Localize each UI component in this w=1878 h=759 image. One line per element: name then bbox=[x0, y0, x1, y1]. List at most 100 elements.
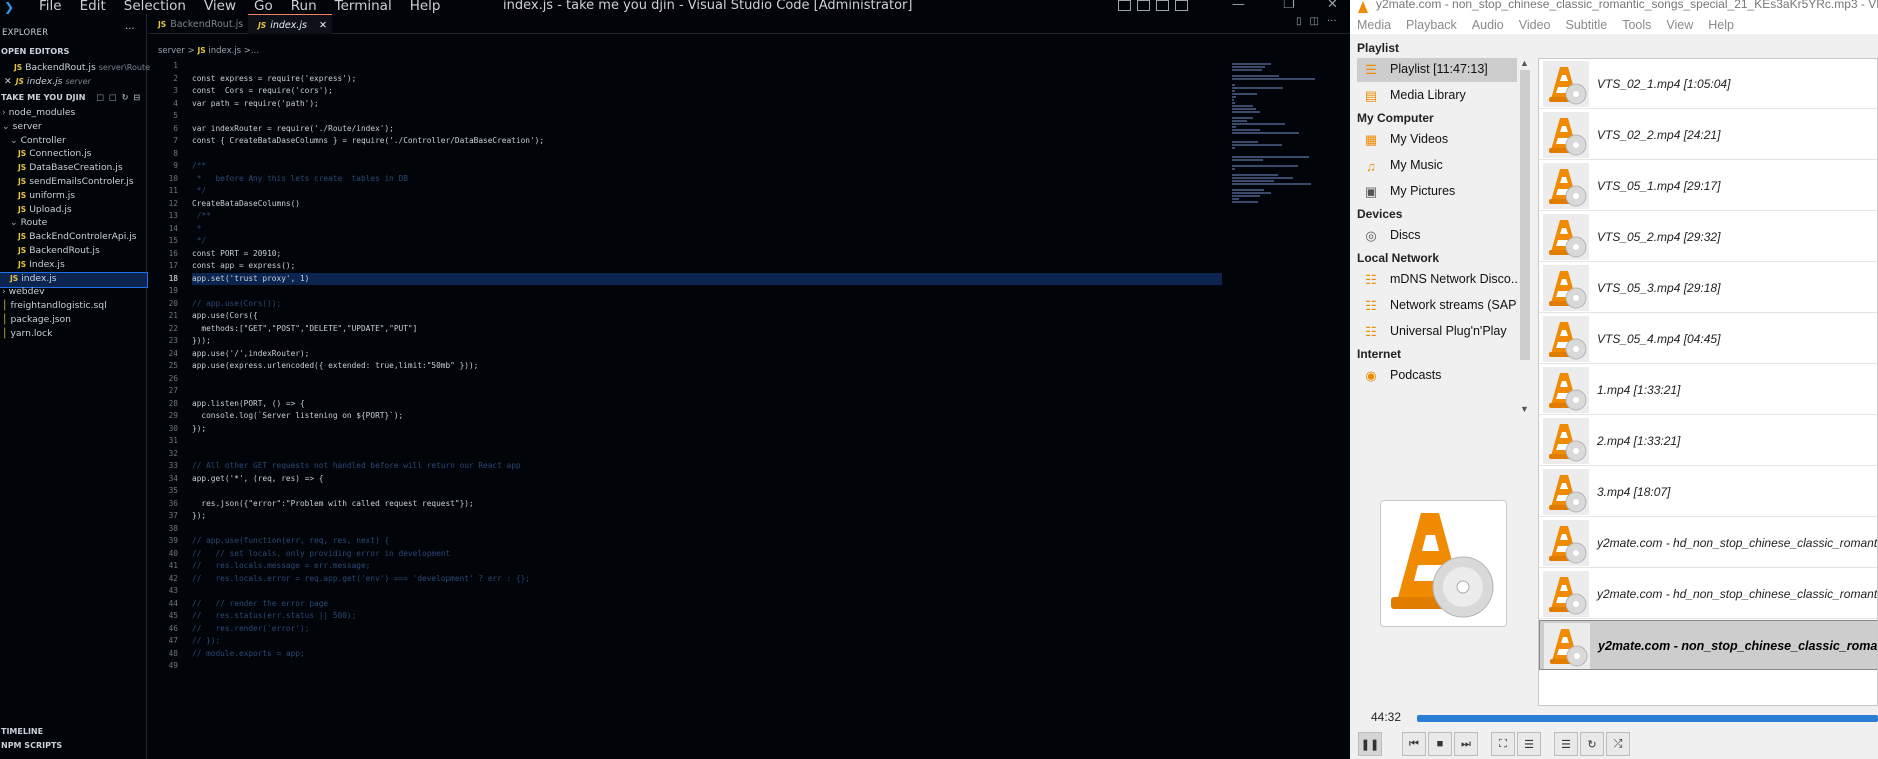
workspace-header[interactable]: TAKE ME YOU DJIN □ □ ↻ ⊟ bbox=[0, 92, 147, 106]
code-line[interactable] bbox=[192, 110, 1222, 123]
playlist-item[interactable]: VTS_05_3.mp4 [29:18] bbox=[1539, 263, 1877, 313]
tree-item[interactable]: ⌄ Controller bbox=[0, 135, 147, 149]
toggle-sidebar-icon[interactable] bbox=[1118, 0, 1131, 11]
vlc-sidebar-item[interactable]: ☷ Universal Plug'n'Play bbox=[1357, 320, 1517, 344]
code-line[interactable]: app.listen(PORT, () => { bbox=[192, 398, 1222, 411]
tree-item[interactable]: JS index.js bbox=[0, 271, 148, 288]
tree-item[interactable]: JS DataBaseCreation.js bbox=[0, 162, 147, 176]
tab-index[interactable]: JS index.js ✕ bbox=[248, 14, 332, 34]
code-line[interactable]: // All other GET requests not handled be… bbox=[192, 460, 1222, 473]
open-changes-icon[interactable]: ▯ bbox=[1296, 16, 1302, 27]
menu-edit[interactable]: Edit bbox=[71, 0, 115, 14]
code-line[interactable]: const express = require('express'); bbox=[192, 73, 1222, 86]
code-editor[interactable]: 1 2 3 4 5 6 7 8 9 10 11 12 13 14 15 16 17 18 19 20 21 22 23 24 2… bbox=[148, 60, 1225, 750]
code-line[interactable] bbox=[192, 585, 1222, 598]
code-line[interactable] bbox=[192, 523, 1222, 536]
tree-item[interactable]: │ yarn.lock bbox=[0, 328, 147, 342]
code-line[interactable]: }); bbox=[192, 510, 1222, 523]
seek-bar[interactable] bbox=[1417, 715, 1878, 722]
vlc-sidebar-item[interactable]: ♫ My Music bbox=[1357, 154, 1517, 178]
code-line[interactable] bbox=[192, 385, 1222, 398]
close-tab-icon[interactable]: ✕ bbox=[319, 20, 327, 31]
code-line[interactable]: * before Any this lets create tables in … bbox=[192, 173, 1222, 186]
vlc-menu-help[interactable]: Help bbox=[1701, 16, 1742, 34]
code-line[interactable]: // res.locals.message = err.message; bbox=[192, 560, 1222, 573]
new-file-icon[interactable]: □ bbox=[96, 92, 104, 102]
npm-scripts-header[interactable]: NPM SCRIPTS bbox=[1, 741, 62, 750]
menu-run[interactable]: Run bbox=[282, 0, 326, 14]
playlist-item[interactable]: 3.mp4 [18:07] bbox=[1539, 467, 1877, 517]
open-editors-header[interactable]: OPEN EDITORS bbox=[0, 46, 147, 60]
playlist-item[interactable]: VTS_05_2.mp4 [29:32] bbox=[1539, 212, 1877, 262]
scroll-up-icon[interactable]: ▲ bbox=[1520, 58, 1529, 68]
vlc-sidebar-item[interactable]: ☷ mDNS Network Disco... bbox=[1357, 268, 1517, 292]
code-line[interactable]: var path = require('path'); bbox=[192, 98, 1222, 111]
playlist-item[interactable]: VTS_02_2.mp4 [24:21] bbox=[1539, 110, 1877, 160]
close-window-icon[interactable]: ✕ bbox=[1327, 0, 1338, 12]
vlc-sidebar-item[interactable]: ◎ Discs bbox=[1357, 224, 1517, 248]
code-line[interactable]: app.use(express.urlencoded({ extended: t… bbox=[192, 360, 1222, 373]
split-editor-icon[interactable]: ◫ bbox=[1310, 16, 1319, 27]
vlc-sidebar-item[interactable]: ◉ Podcasts bbox=[1357, 364, 1517, 388]
tree-item[interactable]: JS BackendRout.js bbox=[0, 245, 147, 259]
timeline-header[interactable]: TIMELINE bbox=[1, 727, 43, 736]
code-line[interactable]: // }); bbox=[192, 635, 1222, 648]
customize-layout-icon[interactable] bbox=[1175, 0, 1188, 11]
tree-item[interactable]: › webdev bbox=[0, 286, 147, 300]
code-line[interactable]: // // set locals, only providing error i… bbox=[192, 548, 1222, 561]
vlc-menu-playback[interactable]: Playback bbox=[1399, 16, 1465, 34]
vlc-sidebar-item[interactable]: ☰ Playlist [11:47:13] bbox=[1357, 58, 1517, 82]
code-line[interactable]: */ bbox=[192, 235, 1222, 248]
breadcrumb-folder[interactable]: server bbox=[158, 46, 185, 56]
previous-button[interactable]: ⏮ bbox=[1402, 732, 1426, 756]
code-line[interactable] bbox=[192, 485, 1222, 498]
vlc-sidebar-item[interactable]: ▦ My Videos bbox=[1357, 128, 1517, 152]
fullscreen-button[interactable]: ⛶ bbox=[1491, 732, 1515, 756]
code-line[interactable]: const { CreateBataDaseColumns } = requir… bbox=[192, 135, 1222, 148]
breadcrumb-file[interactable]: index.js bbox=[208, 46, 241, 56]
next-button[interactable]: ⏭ bbox=[1454, 732, 1478, 756]
vlc-menu-audio[interactable]: Audio bbox=[1465, 16, 1512, 34]
vlc-menu-video[interactable]: Video bbox=[1512, 16, 1559, 34]
code-line[interactable] bbox=[192, 435, 1222, 448]
tree-item[interactable]: JS Index.js bbox=[0, 259, 147, 273]
code-line[interactable]: */ bbox=[192, 185, 1222, 198]
playlist-item[interactable]: y2mate.com - hd_non_stop_chinese_classic… bbox=[1539, 569, 1877, 619]
code-line[interactable]: // res.status(err.status || 500); bbox=[192, 610, 1222, 623]
code-line[interactable]: CreateBataDaseColumns() bbox=[192, 198, 1222, 211]
loop-button[interactable]: ↻ bbox=[1580, 732, 1604, 756]
tree-item[interactable]: JS Upload.js bbox=[0, 204, 147, 218]
code-line[interactable]: console.log(`Server listening on ${PORT}… bbox=[192, 410, 1222, 423]
playlist-item[interactable]: 1.mp4 [1:33:21] bbox=[1539, 365, 1877, 415]
vlc-sidebar-item[interactable]: ▣ My Pictures bbox=[1357, 180, 1517, 204]
code-line[interactable]: * bbox=[192, 223, 1222, 236]
restore-icon[interactable]: ❐ bbox=[1283, 0, 1295, 12]
vlc-menu-view[interactable]: View bbox=[1659, 16, 1701, 34]
playlist-toggle-button[interactable]: ☰ bbox=[1554, 732, 1578, 756]
playlist-item[interactable]: 2.mp4 [1:33:21] bbox=[1539, 416, 1877, 466]
code-line[interactable] bbox=[192, 660, 1222, 673]
breadcrumb-tail[interactable]: >... bbox=[244, 46, 259, 56]
code-line[interactable]: // res.render('error'); bbox=[192, 623, 1222, 636]
playlist-item[interactable]: VTS_05_1.mp4 [29:17] bbox=[1539, 161, 1877, 211]
refresh-icon[interactable]: ↻ bbox=[122, 92, 129, 102]
open-editor-item[interactable]: ✕ JS index.js server bbox=[0, 76, 147, 90]
minimap[interactable] bbox=[1232, 60, 1350, 203]
close-editor-icon[interactable]: ✕ bbox=[4, 76, 12, 87]
collapse-all-icon[interactable]: ⊟ bbox=[133, 92, 140, 102]
code-line[interactable]: const app = express(); bbox=[192, 260, 1222, 273]
code-line[interactable] bbox=[192, 285, 1222, 298]
menu-go[interactable]: Go bbox=[245, 0, 282, 14]
tree-item[interactable]: JS sendEmailsControler.js bbox=[0, 176, 147, 190]
playlist-item[interactable]: y2mate.com - non_stop_chinese_classic_ro… bbox=[1539, 620, 1877, 670]
tree-item[interactable]: │ package.json bbox=[0, 314, 147, 328]
code-line[interactable]: // // render the error page bbox=[192, 598, 1222, 611]
menu-terminal[interactable]: Terminal bbox=[326, 0, 401, 14]
playlist-item[interactable]: y2mate.com - hd_non_stop_chinese_classic… bbox=[1539, 518, 1877, 568]
pause-button[interactable]: ❚❚ bbox=[1358, 732, 1382, 756]
minimize-icon[interactable]: — bbox=[1232, 0, 1245, 12]
menu-help[interactable]: Help bbox=[401, 0, 450, 14]
code-line[interactable]: var indexRouter = require('./Route/index… bbox=[192, 123, 1222, 136]
code-line[interactable]: // module.exports = app; bbox=[192, 648, 1222, 661]
code-line[interactable] bbox=[192, 373, 1222, 386]
